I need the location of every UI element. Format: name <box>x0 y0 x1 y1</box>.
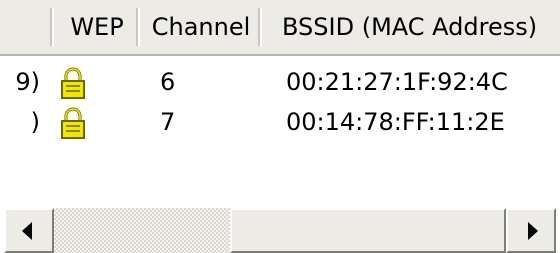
scroll-right-icon <box>528 222 538 240</box>
list-header: WEP Channel BSSID (MAC Address) <box>0 0 560 56</box>
lock-icon <box>58 66 88 100</box>
horizontal-scrollbar[interactable] <box>0 206 560 253</box>
cell-bssid: 00:14:78:FF:11:2E <box>286 108 505 136</box>
table-row[interactable]: ) 7 00:14:78:FF:11:2E <box>0 102 560 142</box>
column-header-channel[interactable]: Channel <box>140 0 262 54</box>
column-header-bssid[interactable]: BSSID (MAC Address) <box>262 0 560 54</box>
scroll-right-button[interactable] <box>506 208 556 253</box>
cell-cut-off: ) <box>30 108 40 136</box>
scrollbar-thumb[interactable] <box>230 208 506 253</box>
column-header-wep[interactable]: WEP <box>54 0 140 54</box>
scroll-left-button[interactable] <box>4 208 54 253</box>
lock-icon <box>58 106 88 140</box>
scroll-left-icon <box>22 222 32 240</box>
table-row[interactable]: 9) 6 00:21:27:1F:92:4C <box>0 62 560 102</box>
cell-channel: 6 <box>160 68 176 96</box>
column-header-cut-off[interactable] <box>0 0 54 54</box>
cell-channel: 7 <box>160 108 176 136</box>
wireless-network-list[interactable]: WEP Channel BSSID (MAC Address) 9) 6 00:… <box>0 0 560 253</box>
cell-cut-off: 9) <box>15 68 40 96</box>
cell-bssid: 00:21:27:1F:92:4C <box>286 68 508 96</box>
